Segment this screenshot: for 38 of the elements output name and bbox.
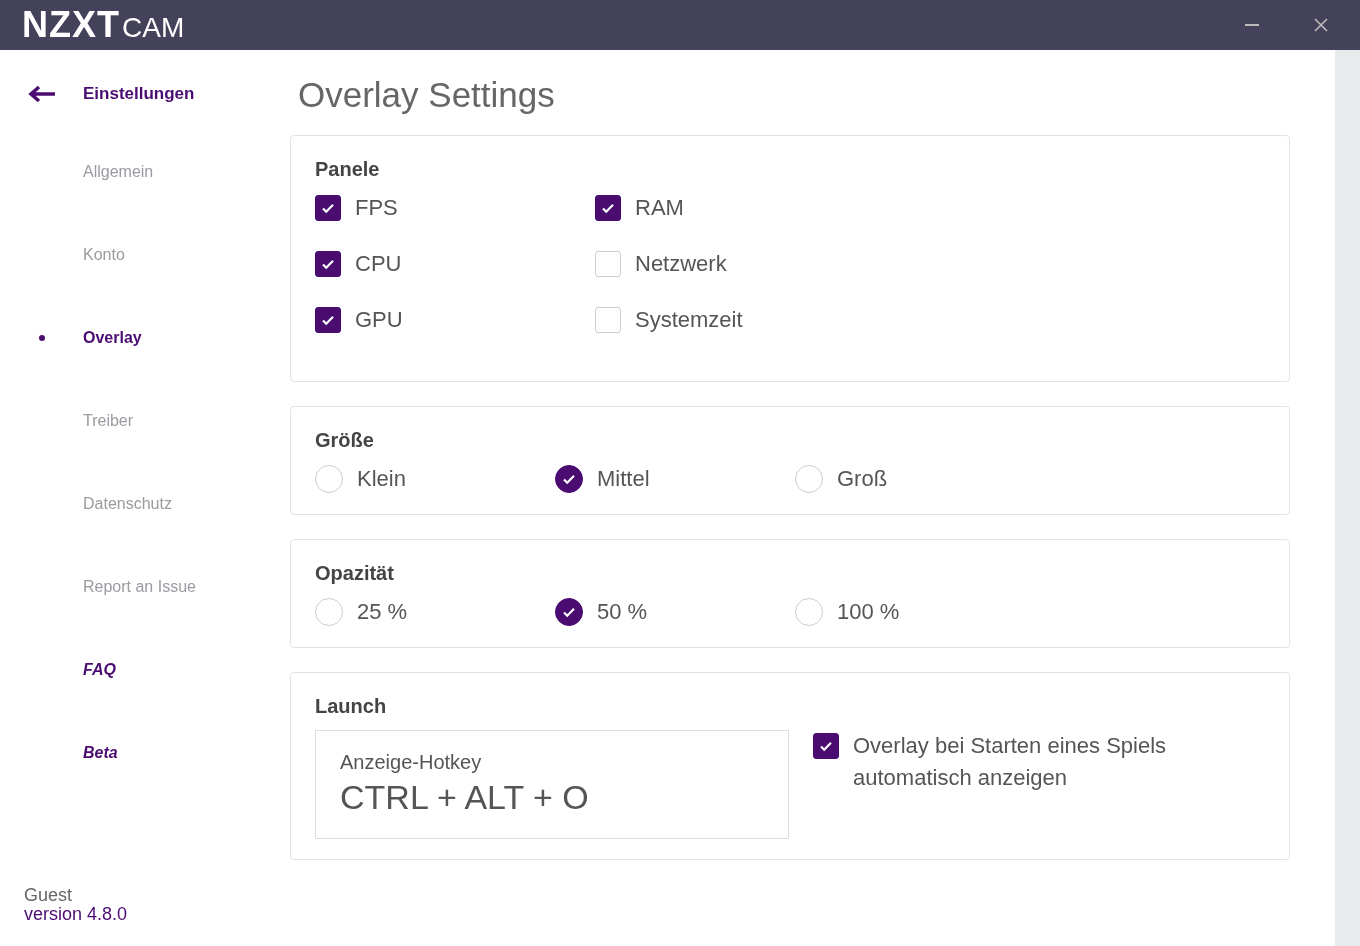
radio-button[interactable] [555, 465, 583, 493]
sidebar-item[interactable]: FAQ [83, 661, 116, 679]
checkbox-option[interactable]: Netzwerk [595, 249, 875, 279]
sidebar-item[interactable]: Beta [83, 744, 118, 762]
radio-option[interactable]: Klein [315, 464, 555, 494]
checkbox[interactable] [315, 195, 341, 221]
app-name: CAM [122, 12, 185, 44]
checkbox-option[interactable]: Overlay bei Starten eines Spiels automatisch anzeigen [813, 730, 1193, 839]
checkbox-option[interactable]: CPU [315, 249, 595, 279]
logo-text: NZXT [22, 4, 120, 46]
checkbox[interactable] [315, 251, 341, 277]
radio-option[interactable]: 100 % [795, 597, 1035, 627]
checkbox[interactable] [595, 195, 621, 221]
back-arrow-icon[interactable] [28, 85, 55, 103]
checkbox[interactable] [315, 307, 341, 333]
radio-option[interactable]: Mittel [555, 464, 795, 494]
user-name: Guest [24, 886, 74, 905]
page-title: Overlay Settings [298, 75, 556, 115]
sidebar-item[interactable]: Overlay [83, 329, 142, 347]
close-icon[interactable] [1314, 18, 1328, 32]
checkbox-option[interactable]: Systemzeit [595, 305, 875, 335]
radio-option[interactable]: Groß [795, 464, 1035, 494]
section-heading: Größe [315, 429, 375, 452]
radio-button[interactable] [555, 598, 583, 626]
version-text: version 4.8.0 [24, 905, 128, 924]
scrollbar[interactable] [1335, 50, 1360, 946]
back-link[interactable]: Einstellungen [83, 84, 195, 104]
active-dot [38, 335, 45, 341]
checkbox-option[interactable]: RAM [595, 193, 875, 223]
radio-option[interactable]: 50 % [555, 597, 795, 627]
section-heading: Panele [315, 158, 381, 181]
section-heading: Launch [315, 695, 388, 718]
section-heading: Opazität [315, 562, 395, 585]
checkbox-option[interactable]: GPU [315, 305, 595, 335]
checkbox-option[interactable]: FPS [315, 193, 595, 223]
radio-option[interactable]: 25 % [315, 597, 555, 627]
hotkey-field[interactable]: Anzeige-Hotkey CTRL + ALT + O [315, 730, 789, 839]
checkbox[interactable] [813, 733, 839, 759]
